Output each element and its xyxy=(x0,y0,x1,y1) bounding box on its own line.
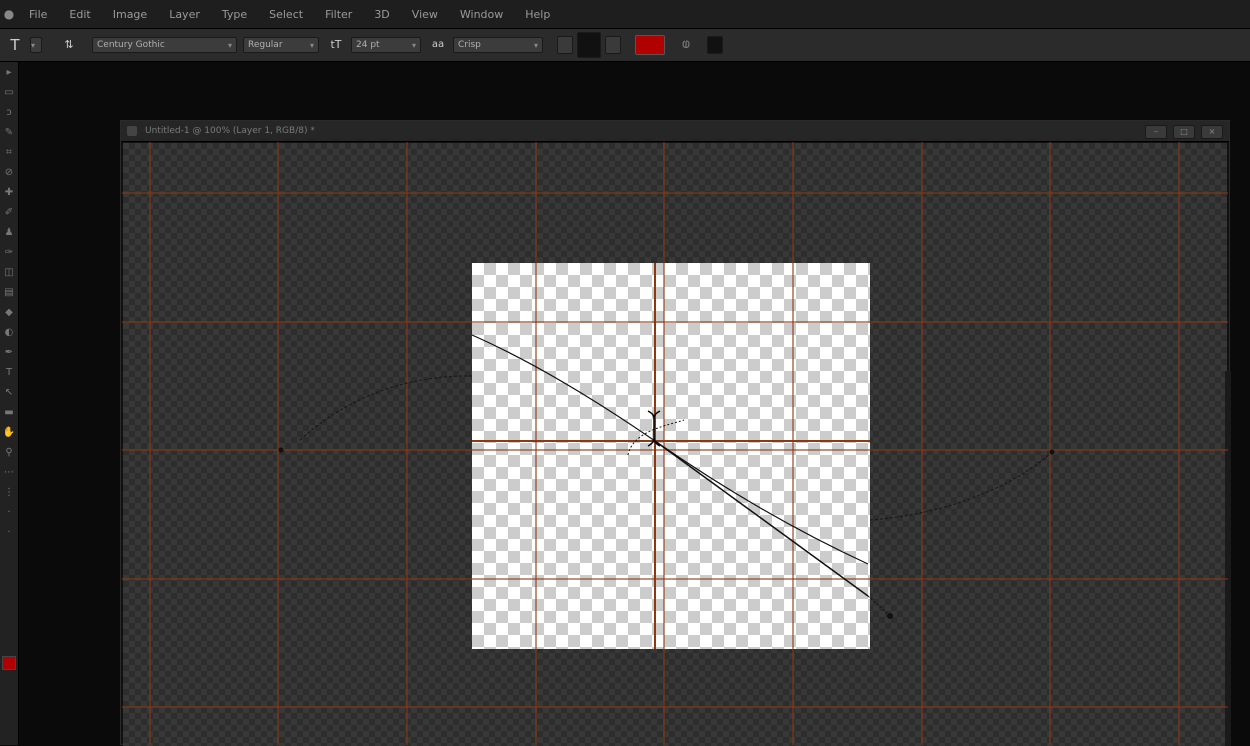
font-family-value: Century Gothic xyxy=(97,40,165,50)
font-family-dropdown[interactable]: Century Gothic ▾ xyxy=(92,37,237,53)
shape-tool-icon[interactable]: ▬ xyxy=(2,406,16,420)
dodge-tool-icon[interactable]: ◐ xyxy=(2,326,16,340)
gradient-tool-icon[interactable]: ▤ xyxy=(2,286,16,300)
antialias-icon: aa xyxy=(431,39,445,50)
canvas[interactable] xyxy=(472,263,870,649)
more-tools-icon[interactable]: ⋯ xyxy=(2,466,16,480)
menu-layer[interactable]: Layer xyxy=(158,8,211,21)
font-style-dropdown[interactable]: Regular ▾ xyxy=(243,37,319,53)
document-icon xyxy=(127,126,137,136)
menu-select[interactable]: Select xyxy=(258,8,314,21)
close-button[interactable]: × xyxy=(1201,125,1223,139)
marquee-tool-icon[interactable]: ▭ xyxy=(2,86,16,100)
eyedropper-tool-icon[interactable]: ⊘ xyxy=(2,166,16,180)
eraser-tool-icon[interactable]: ◫ xyxy=(2,266,16,280)
foreground-color-swatch[interactable] xyxy=(2,656,16,670)
stamp-tool-icon[interactable]: ♟ xyxy=(2,226,16,240)
minimize-button[interactable]: – xyxy=(1145,125,1167,139)
blur-tool-icon[interactable]: ◆ xyxy=(2,306,16,320)
options-bar: T ▾ ⇅ Century Gothic ▾ Regular ▾ tT 24 p… xyxy=(0,29,1250,62)
hand-tool-icon[interactable]: ✋ xyxy=(2,426,16,440)
chevron-down-icon: ▾ xyxy=(227,40,232,50)
chevron-down-icon: ▾ xyxy=(533,40,538,50)
type-tool-icon[interactable]: T xyxy=(2,366,16,380)
align-left-button[interactable] xyxy=(557,36,573,54)
tool-extra-icon[interactable]: · xyxy=(2,506,16,520)
history-brush-tool-icon[interactable]: ✑ xyxy=(2,246,16,260)
apple-logo-icon[interactable]: ● xyxy=(0,7,18,21)
menu-filter[interactable]: Filter xyxy=(314,8,363,21)
menu-image[interactable]: Image xyxy=(102,8,158,21)
window-controls: – □ × xyxy=(1145,125,1223,139)
zoom-window-button[interactable]: □ xyxy=(1173,125,1195,139)
text-color-swatch[interactable] xyxy=(635,35,665,55)
document-title: Untitled-1 @ 100% (Layer 1, RGB/8) * xyxy=(145,126,315,136)
warp-text-icon[interactable]: ⱷ xyxy=(677,36,695,54)
vertical-scrollbar[interactable] xyxy=(1225,371,1231,746)
type-tool-icon[interactable]: T xyxy=(6,36,24,54)
antialias-value: Crisp xyxy=(458,40,481,50)
pen-tool-icon[interactable]: ✒ xyxy=(2,346,16,360)
menu-3d[interactable]: 3D xyxy=(363,8,400,21)
healing-tool-icon[interactable]: ✚ xyxy=(2,186,16,200)
menu-help[interactable]: Help xyxy=(514,8,561,21)
document-tab[interactable]: Untitled-1 @ 100% (Layer 1, RGB/8) * – □… xyxy=(121,121,1229,142)
lasso-tool-icon[interactable]: ↄ xyxy=(2,106,16,120)
align-right-button[interactable] xyxy=(605,36,621,54)
menu-window[interactable]: Window xyxy=(449,8,514,21)
chevron-down-icon: ▾ xyxy=(309,40,314,50)
path-select-tool-icon[interactable]: ↖ xyxy=(2,386,16,400)
text-orientation-icon[interactable]: ⇅ xyxy=(60,36,78,54)
font-size-value: 24 pt xyxy=(356,40,380,50)
brush-tool-icon[interactable]: ✐ xyxy=(2,206,16,220)
align-center-button[interactable] xyxy=(577,32,601,58)
tools-panel: ▸ ▭ ↄ ✎ ⌗ ⊘ ✚ ✐ ♟ ✑ ◫ ▤ ◆ ◐ ✒ T ↖ ▬ ✋ ⚲ … xyxy=(0,62,19,745)
menu-bar: ● File Edit Image Layer Type Select Filt… xyxy=(0,0,1250,29)
zoom-tool-icon[interactable]: ⚲ xyxy=(2,446,16,460)
menu-type[interactable]: Type xyxy=(211,8,258,21)
quick-select-tool-icon[interactable]: ✎ xyxy=(2,126,16,140)
menu-view[interactable]: View xyxy=(401,8,449,21)
crop-tool-icon[interactable]: ⌗ xyxy=(2,146,16,160)
antialias-dropdown[interactable]: Crisp ▾ xyxy=(453,37,543,53)
tool-preset-dropdown[interactable]: ▾ xyxy=(30,37,42,53)
menu-edit[interactable]: Edit xyxy=(58,8,101,21)
menu-file[interactable]: File xyxy=(18,8,58,21)
chevron-down-icon: ▾ xyxy=(411,40,416,50)
move-tool-icon[interactable]: ▸ xyxy=(2,66,16,80)
font-size-dropdown[interactable]: 24 pt ▾ xyxy=(351,37,421,53)
tool-extra-icon-2[interactable]: · xyxy=(2,526,16,540)
font-size-icon: tT xyxy=(330,38,342,51)
edit-toolbar-icon[interactable]: ⋮ xyxy=(2,486,16,500)
font-style-value: Regular xyxy=(248,40,283,50)
character-panel-button[interactable] xyxy=(707,36,723,54)
